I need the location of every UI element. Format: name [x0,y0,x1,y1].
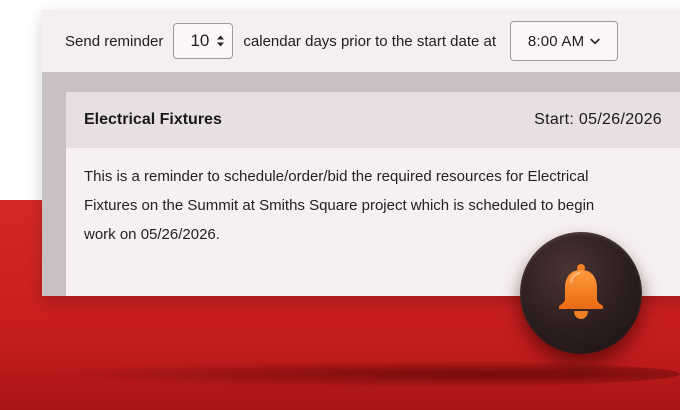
bell-icon [548,258,614,329]
time-select-value: 8:00 AM [527,32,585,50]
send-reminder-label: Send reminder [65,32,164,50]
calendar-days-label: calendar days prior to the start date at [243,32,497,50]
card-start-date: Start: 05/26/2026 [534,111,662,128]
floor-shadow [40,360,680,388]
promo-scene: Send reminder 10 calendar days prior to … [0,0,680,410]
chevron-down-icon [590,32,600,50]
card-header: Electrical Fixtures Start: 05/26/2026 [66,92,680,148]
time-select[interactable]: 8:00 AM [510,21,619,61]
reminder-settings-row: Send reminder 10 calendar days prior to … [42,10,680,72]
days-stepper[interactable]: 10 [173,23,234,59]
up-down-arrows-icon[interactable] [216,34,225,48]
card-message: This is a reminder to schedule/order/bid… [84,168,595,243]
days-stepper-value: 10 [190,31,210,50]
card-title: Electrical Fixtures [84,111,222,128]
bell-badge [520,232,642,354]
